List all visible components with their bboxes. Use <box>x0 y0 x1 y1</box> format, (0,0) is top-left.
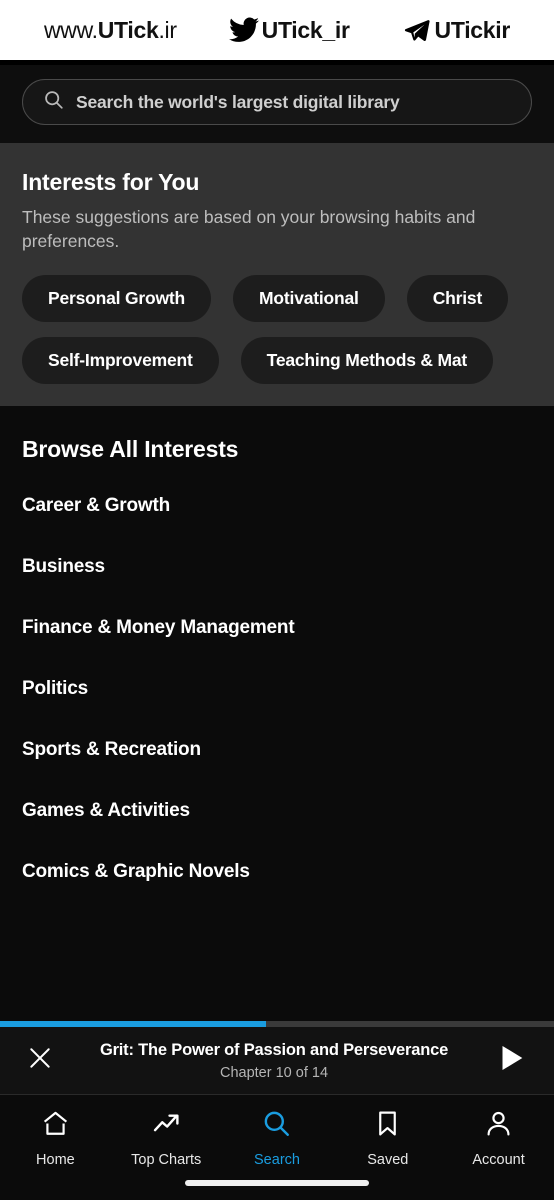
mini-player-info: Grit: The Power of Passion and Persevera… <box>62 1041 486 1081</box>
search-icon <box>262 1109 291 1143</box>
search-section: Search the world's largest digital libra… <box>0 65 554 143</box>
home-icon <box>41 1109 70 1143</box>
browse-interest-item[interactable]: Business <box>22 556 532 578</box>
nav-label-home: Home <box>36 1152 75 1168</box>
interest-chip[interactable]: Teaching Methods & Mat <box>240 337 494 385</box>
browse-interest-item[interactable]: Career & Growth <box>22 495 532 517</box>
interests-subtitle: These suggestions are based on your brow… <box>22 207 476 252</box>
browse-interest-item[interactable]: Sports & Recreation <box>22 739 532 761</box>
mini-player-bar[interactable]: Grit: The Power of Passion and Persevera… <box>0 1027 554 1095</box>
interest-chip-row: Personal Growth Motivational Christ <box>22 275 532 323</box>
nav-label-saved: Saved <box>367 1152 409 1168</box>
browse-all-title: Browse All Interests <box>22 436 239 463</box>
browse-all-interests-section: Browse All Interests Career & Growth Bus… <box>0 406 554 884</box>
mini-player: Grit: The Power of Passion and Persevera… <box>0 1021 554 1095</box>
browse-interest-item[interactable]: Politics <box>22 678 532 700</box>
watermark-site-name: UTick <box>97 16 159 43</box>
play-button[interactable] <box>486 1041 536 1080</box>
interest-chip[interactable]: Personal Growth <box>22 275 212 323</box>
watermark-website: www.UTick.ir <box>44 17 177 44</box>
watermark-site-prefix: www. <box>43 16 98 43</box>
nav-item-search[interactable]: Search <box>222 1109 333 1168</box>
search-placeholder-text: Search the world's largest digital libra… <box>76 91 400 112</box>
interest-chip[interactable]: Motivational <box>233 275 385 323</box>
now-playing-chapter: Chapter 10 of 14 <box>219 1064 329 1081</box>
interest-chip-group: Personal Growth Motivational Christ Self… <box>22 275 532 385</box>
search-icon <box>43 89 64 115</box>
nav-item-saved[interactable]: Saved <box>332 1109 443 1168</box>
browse-interest-item[interactable]: Comics & Graphic Novels <box>22 861 532 883</box>
watermark-twitter-handle: UTick_ir <box>261 16 350 43</box>
close-player-button[interactable] <box>18 1045 62 1076</box>
watermark-site-suffix: .ir <box>158 16 177 43</box>
now-playing-title: Grit: The Power of Passion and Persevera… <box>99 1040 449 1059</box>
interests-for-you-section: Interests for You These suggestions are … <box>0 143 554 407</box>
app-screen: www.UTick.ir UTick_ir UTickir Search the… <box>0 0 554 1200</box>
trending-up-icon <box>152 1109 181 1143</box>
telegram-plane-icon <box>402 17 432 43</box>
browse-interest-item[interactable]: Games & Activities <box>22 800 532 822</box>
nav-label-top-charts: Top Charts <box>131 1152 202 1168</box>
browse-interest-item[interactable]: Finance & Money Management <box>22 617 532 639</box>
home-indicator <box>185 1180 369 1186</box>
nav-item-top-charts[interactable]: Top Charts <box>111 1109 222 1168</box>
twitter-bird-icon <box>228 17 259 43</box>
bookmark-icon <box>373 1109 402 1143</box>
interest-chip[interactable]: Self-Improvement <box>22 337 219 385</box>
nav-label-account: Account <box>472 1152 525 1168</box>
interest-chip[interactable]: Christ <box>406 275 509 323</box>
play-icon <box>494 1041 528 1080</box>
watermark-banner: www.UTick.ir UTick_ir UTickir <box>0 0 554 60</box>
watermark-twitter: UTick_ir <box>228 16 350 44</box>
close-icon <box>27 1045 53 1076</box>
interest-chip-row: Self-Improvement Teaching Methods & Mat <box>22 337 532 385</box>
nav-item-home[interactable]: Home <box>0 1109 111 1168</box>
nav-label-search: Search <box>254 1152 300 1168</box>
watermark-telegram: UTickir <box>402 17 510 44</box>
search-input[interactable]: Search the world's largest digital libra… <box>22 79 532 125</box>
bottom-navigation: Home Top Charts Search Saved Account <box>0 1095 554 1200</box>
person-icon <box>484 1109 513 1143</box>
nav-item-account[interactable]: Account <box>443 1109 554 1168</box>
watermark-telegram-handle: UTickir <box>434 16 511 43</box>
interests-title: Interests for You <box>22 169 200 195</box>
